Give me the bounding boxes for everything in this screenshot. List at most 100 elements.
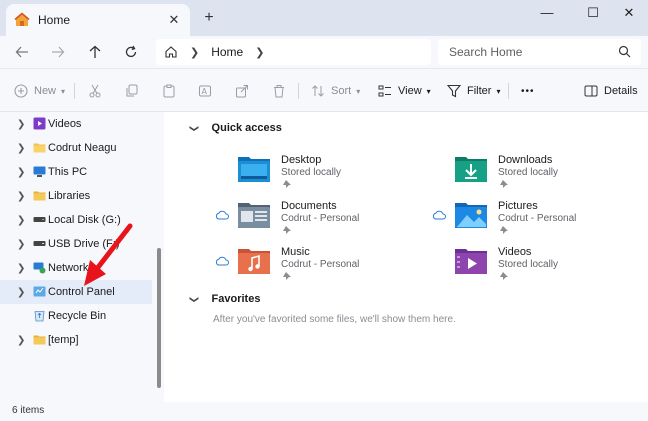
copy-button[interactable]: [125, 81, 139, 101]
quick-access-pictures[interactable]: Pictures Codrut - Personal: [432, 196, 648, 236]
usb-drive-icon: [33, 241, 46, 246]
quick-access-header[interactable]: ❯ Quick access: [189, 122, 282, 134]
sidebar-item-temp[interactable]: ❯ [temp]: [0, 328, 152, 352]
chevron-right-icon[interactable]: ❯: [17, 143, 27, 154]
chevron-down-icon: ▾: [356, 86, 361, 96]
chevron-right-icon[interactable]: ❯: [17, 335, 27, 346]
downloads-folder-icon: [455, 157, 487, 182]
minimize-button[interactable]: —: [532, 4, 562, 22]
more-options-icon: •••: [521, 85, 535, 97]
quick-access-documents[interactable]: Documents Codrut - Personal: [215, 196, 437, 236]
home-tab-icon: [14, 12, 30, 26]
chevron-down-icon: ▾: [426, 86, 431, 96]
quick-access-location: Stored locally: [498, 167, 559, 178]
quick-access-desktop[interactable]: Desktop Stored locally: [237, 150, 437, 190]
trash-icon: [274, 85, 284, 98]
navigation-pane: ❯ Videos ❯ Codrut Neagu ❯ This PC ❯ Libr…: [0, 112, 154, 402]
svg-text:A: A: [202, 87, 208, 96]
sidebar-item-videos[interactable]: ❯ Videos: [0, 112, 152, 136]
chevron-down-icon: ▾: [61, 86, 66, 96]
sidebar-item-label: [temp]: [48, 334, 79, 346]
search-icon: [618, 45, 631, 58]
title-bar: Home ✕ + — ☐ ✕: [0, 0, 648, 36]
pictures-folder-icon: [455, 203, 487, 228]
chevron-down-icon: ▾: [496, 86, 501, 96]
breadcrumb-home[interactable]: Home: [211, 45, 243, 59]
content-area: ❯ Quick access Desktop Stored locally Do…: [164, 112, 648, 402]
details-button[interactable]: Details: [584, 81, 638, 101]
sidebar-item-local-disk-g[interactable]: ❯ Local Disk (G:): [0, 208, 152, 232]
up-button[interactable]: [83, 40, 107, 64]
sidebar-item-this-pc[interactable]: ❯ This PC: [0, 160, 152, 184]
music-folder-icon: [238, 249, 270, 274]
favorites-title: Favorites: [211, 293, 261, 305]
sidebar-item-libraries[interactable]: ❯ Libraries: [0, 184, 152, 208]
view-label: View: [398, 85, 422, 97]
sidebar-item-label: USB Drive (F:): [48, 238, 120, 250]
breadcrumb-chevron-icon[interactable]: ❯: [255, 46, 264, 59]
quick-access-videos[interactable]: Videos Stored locally: [454, 242, 648, 282]
new-button[interactable]: New ▾: [14, 81, 65, 101]
cloud-icon: [215, 256, 229, 266]
refresh-button[interactable]: [119, 40, 143, 64]
quick-access-music[interactable]: Music Codrut - Personal: [215, 242, 437, 282]
item-count: 6 items: [12, 405, 45, 416]
quick-access-name: Music: [281, 246, 310, 258]
view-icon: [378, 85, 391, 97]
filter-icon: [447, 84, 461, 98]
chevron-right-icon[interactable]: ❯: [17, 191, 27, 202]
chevron-right-icon[interactable]: ❯: [17, 239, 27, 250]
navigation-bar: ❯ Home ❯ Search Home: [0, 36, 648, 68]
cut-button[interactable]: [88, 81, 102, 101]
filter-button[interactable]: Filter ▾: [447, 81, 500, 101]
chevron-down-icon: ❯: [189, 295, 200, 303]
sidebar-item-network[interactable]: ❯ Network: [0, 256, 152, 280]
chevron-right-icon[interactable]: ❯: [17, 287, 27, 298]
back-button[interactable]: [10, 40, 34, 64]
delete-button[interactable]: [272, 81, 286, 101]
close-window-button[interactable]: ✕: [614, 4, 644, 22]
view-button[interactable]: View ▾: [378, 81, 431, 101]
quick-access-downloads[interactable]: Downloads Stored locally: [454, 150, 648, 190]
share-button[interactable]: [235, 81, 249, 101]
refresh-icon: [125, 45, 137, 58]
search-box[interactable]: Search Home: [438, 39, 641, 65]
chevron-right-icon[interactable]: ❯: [17, 167, 27, 178]
paste-button[interactable]: [162, 81, 176, 101]
network-icon: [33, 262, 46, 274]
chevron-right-icon[interactable]: ❯: [17, 119, 27, 130]
sort-label: Sort: [331, 85, 352, 97]
sidebar-item-control-panel[interactable]: ❯ Control Panel: [0, 280, 152, 304]
new-label: New: [34, 85, 57, 97]
control-panel-icon: [33, 286, 46, 297]
tab-close-icon[interactable]: ✕: [166, 12, 182, 28]
breadcrumb-separator-icon: ❯: [190, 46, 200, 59]
maximize-button[interactable]: ☐: [578, 4, 608, 22]
details-pane-icon: [584, 85, 598, 97]
more-options-button[interactable]: •••: [521, 81, 535, 101]
sidebar-item-label: Codrut Neagu: [48, 142, 117, 154]
tab-home[interactable]: Home ✕: [6, 4, 190, 36]
rename-button[interactable]: A: [198, 81, 212, 101]
quick-access-name: Videos: [498, 246, 532, 258]
favorites-header[interactable]: ❯ Favorites: [189, 293, 261, 305]
search-placeholder: Search Home: [449, 45, 523, 59]
arrow-left-icon: [15, 46, 28, 58]
address-bar[interactable]: ❯ Home ❯: [156, 39, 431, 65]
new-tab-button[interactable]: +: [200, 10, 218, 28]
sidebar-scrollbar-thumb[interactable]: [157, 248, 161, 388]
toolbar-divider: [508, 83, 509, 99]
chevron-right-icon[interactable]: ❯: [17, 263, 27, 274]
chevron-right-icon[interactable]: ❯: [17, 215, 27, 226]
sidebar-item-codrut-neagu[interactable]: ❯ Codrut Neagu: [0, 136, 152, 160]
pc-icon: [33, 166, 46, 177]
sidebar-item-usb-drive-f[interactable]: ❯ USB Drive (F:): [0, 232, 152, 256]
forward-button[interactable]: [46, 40, 70, 64]
toolbar-divider: [298, 83, 299, 99]
copy-icon: [126, 84, 138, 97]
status-bar: 6 items: [0, 402, 648, 421]
sidebar-item-label: Videos: [48, 118, 82, 130]
sort-button[interactable]: Sort ▾: [311, 81, 360, 101]
sidebar-item-recycle-bin[interactable]: Recycle Bin: [0, 304, 152, 328]
videos-folder-icon: [33, 117, 46, 130]
